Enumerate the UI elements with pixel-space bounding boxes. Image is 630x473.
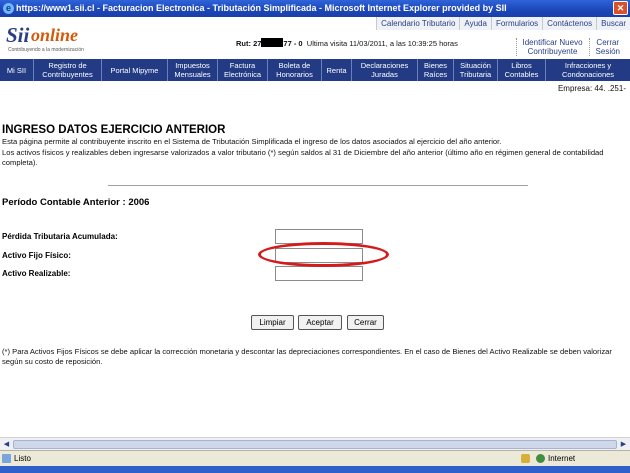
- last-visit: Ultima visita 11/03/2011, a las 10:39:25…: [306, 39, 458, 48]
- scroll-left-icon[interactable]: ◀: [1, 439, 12, 450]
- nav-impuestos-mensuales[interactable]: Impuestos Mensuales: [168, 59, 218, 81]
- top-link-formularios[interactable]: Formularios: [490, 17, 543, 30]
- highlight-ellipse: [258, 242, 389, 267]
- perdida-tributaria-label: Pérdida Tributaria Acumulada:: [2, 232, 118, 241]
- rut-suffix: 77 - 0: [283, 39, 303, 48]
- nav-situacion-tributaria[interactable]: Situación Tributaria: [454, 59, 498, 81]
- taskbar: [0, 466, 630, 473]
- browser-window: e https://www1.sii.cl - Facturacion Elec…: [0, 0, 630, 473]
- top-link-buscar[interactable]: Buscar: [596, 17, 630, 30]
- logo-online: online: [31, 25, 79, 45]
- title-bar: e https://www1.sii.cl - Facturacion Elec…: [0, 0, 630, 17]
- scrollbar-thumb[interactable]: [13, 440, 617, 449]
- identify-new-contributor-link[interactable]: Identificar Nuevo Contribuyente: [515, 38, 589, 56]
- top-link-ayuda[interactable]: Ayuda: [459, 17, 491, 30]
- user-info: Rut: 27 77 - 0 Ultima visita 11/03/2011, …: [236, 38, 458, 48]
- nav-bienes-raices[interactable]: Bienes Raíces: [418, 59, 454, 81]
- footnote: (*) Para Activos Fijos Físicos se debe a…: [2, 347, 612, 366]
- activo-fijo-label: Activo Fijo Físico:: [2, 251, 71, 260]
- main-content: INGRESO DATOS EJERCICIO ANTERIOR Esta pá…: [2, 124, 628, 168]
- horizontal-scrollbar[interactable]: ◀ ▶: [0, 437, 630, 450]
- nav-infracciones-condonaciones[interactable]: Infracciones y Condonaciones: [546, 59, 630, 81]
- limpiar-button[interactable]: Limpiar: [251, 315, 294, 330]
- status-bar: Listo Internet: [0, 450, 630, 466]
- top-link-contactenos[interactable]: Contáctenos: [542, 17, 597, 30]
- logo-tagline: Contribuyendo a la modernización: [8, 47, 84, 53]
- periodo-contable: Período Contable Anterior : 2006: [2, 197, 150, 208]
- lock-icon: [521, 454, 530, 463]
- nav-renta[interactable]: Renta: [322, 59, 352, 81]
- close-session-link[interactable]: Cerrar Sesión: [588, 38, 626, 56]
- window-title: https://www1.sii.cl - Facturacion Electr…: [16, 3, 507, 13]
- top-link-calendario[interactable]: Calendario Tributario: [376, 17, 460, 30]
- main-nav: Mi SII Registro de Contribuyentes Portal …: [0, 59, 630, 81]
- activo-realizable-label: Activo Realizable:: [2, 269, 71, 278]
- page-icon: [2, 454, 11, 463]
- rut-label: Rut: 27: [236, 39, 262, 48]
- status-text: Listo: [14, 454, 31, 463]
- empresa-label: Empresa: 44. .251-: [557, 84, 626, 93]
- nav-libros-contables[interactable]: Libros Contables: [498, 59, 546, 81]
- aceptar-button[interactable]: Aceptar: [298, 315, 342, 330]
- nav-declaraciones-juradas[interactable]: Declaraciones Juradas: [352, 59, 418, 81]
- cerrar-button[interactable]: Cerrar: [347, 315, 384, 330]
- top-links: Calendario Tributario Ayuda Formularios …: [376, 17, 630, 30]
- nav-registro-contribuyentes[interactable]: Registro de Contribuyentes: [34, 59, 102, 81]
- ie-icon: e: [3, 3, 14, 14]
- close-window-button[interactable]: ✕: [613, 1, 628, 15]
- nav-mi-sii[interactable]: Mi SII: [0, 59, 34, 81]
- session-links: Identificar Nuevo Contribuyente Cerrar S…: [515, 38, 627, 56]
- logo-sii: Sii: [6, 23, 30, 47]
- nav-portal-mipyme[interactable]: Portal Mipyme: [102, 59, 168, 81]
- rut-redaction: [261, 38, 284, 47]
- divider: [108, 185, 528, 186]
- site-header: Sii online Contribuyendo a la modernizac…: [0, 17, 630, 59]
- page-description-2: Los activos físicos y realizables deben …: [2, 148, 604, 167]
- sii-online-logo[interactable]: Sii online Contribuyendo a la modernizac…: [6, 23, 92, 55]
- page-title: INGRESO DATOS EJERCICIO ANTERIOR: [2, 124, 226, 136]
- page-description-1: Esta página permite al contribuyente ins…: [2, 137, 502, 146]
- activo-realizable-input[interactable]: [275, 266, 363, 281]
- nav-boleta-honorarios[interactable]: Boleta de Honorarios: [268, 59, 322, 81]
- nav-factura-electronica[interactable]: Factura Electrónica: [218, 59, 268, 81]
- internet-zone-icon: [536, 454, 545, 463]
- scroll-right-icon[interactable]: ▶: [618, 439, 629, 450]
- zone-text: Internet: [548, 454, 576, 463]
